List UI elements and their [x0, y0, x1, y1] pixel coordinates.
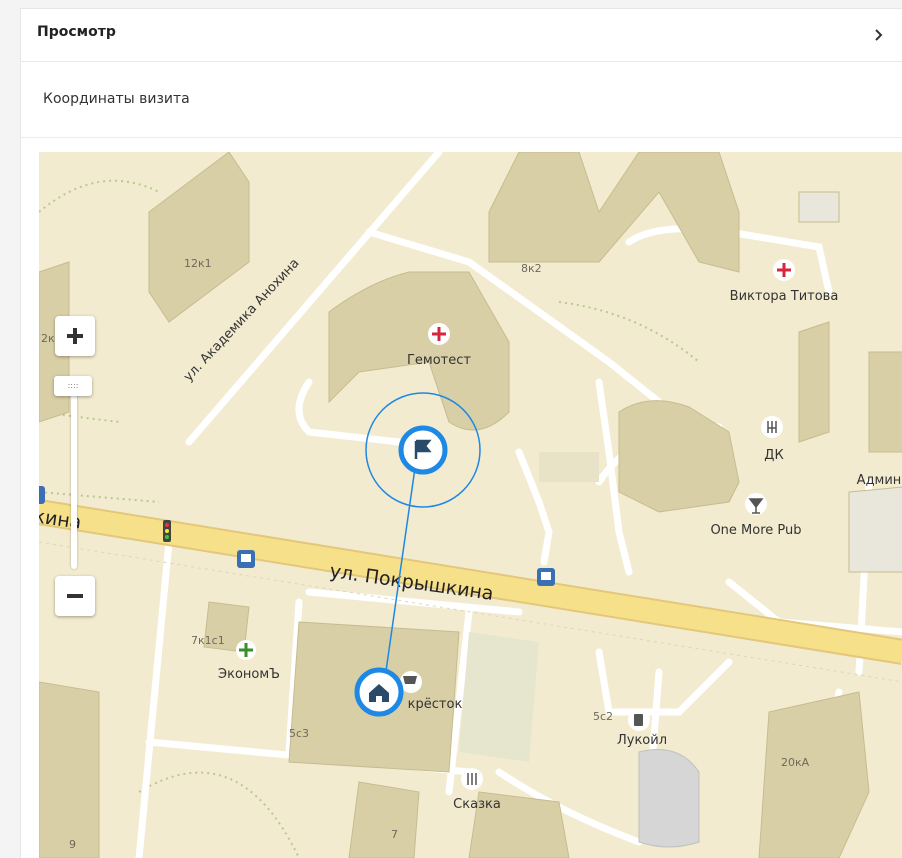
plus-icon — [67, 328, 83, 344]
bus-stop-icon[interactable] — [237, 550, 255, 568]
coordinates-section: Координаты визита — [21, 62, 902, 138]
poi-label: ЭкономЪ — [218, 667, 280, 682]
fuel-icon[interactable] — [628, 709, 650, 731]
bar-icon[interactable] — [745, 493, 767, 515]
chevron-right-icon[interactable] — [869, 25, 889, 45]
building-label: 7к1с1 — [191, 634, 225, 647]
panel-header[interactable]: Просмотр — [21, 9, 902, 62]
poi-label: Гемотест — [407, 353, 471, 368]
building-label: 20кА — [781, 756, 810, 769]
poi-label: One More Pub — [710, 523, 801, 538]
zoom-in-button[interactable] — [55, 316, 95, 356]
restaurant-icon[interactable] — [761, 416, 783, 438]
building-label: 5с3 — [289, 727, 309, 740]
coordinates-label: Координаты визита — [43, 91, 190, 107]
traffic-light-icon — [163, 520, 171, 542]
medical-icon[interactable] — [773, 259, 795, 281]
poi-label: Виктора Титова — [730, 289, 839, 304]
building-label: 5с2 — [593, 710, 613, 723]
zoom-out-button[interactable] — [55, 576, 95, 616]
bus-stop-icon[interactable] — [39, 486, 45, 504]
poi-label: ДК — [764, 448, 783, 463]
poi-label: Лукойл — [617, 733, 667, 748]
poi-label: Админ — [857, 473, 902, 488]
building-label: 7 — [391, 828, 398, 841]
minus-icon — [67, 594, 83, 598]
restaurant-icon[interactable] — [461, 768, 483, 790]
zoom-slider-track[interactable] — [71, 382, 77, 569]
map-view[interactable]: 12к1 8к2 2к 7к1с1 5с3 5с2 20кА 9 7 Гемот… — [39, 152, 902, 858]
visit-panel: Просмотр Координаты визита 12к1 8к2 2к 7… — [20, 8, 902, 858]
building-label: 9 — [69, 838, 76, 851]
medical-icon[interactable] — [428, 323, 450, 345]
map-canvas[interactable]: 12к1 8к2 2к 7к1с1 5с3 5с2 20кА 9 7 Гемот… — [39, 152, 902, 858]
flag-marker-icon[interactable] — [398, 425, 448, 475]
pharmacy-icon[interactable] — [236, 640, 256, 660]
building-label: 2к — [41, 332, 55, 345]
poi-label: Сказка — [453, 797, 501, 812]
bus-stop-icon[interactable] — [537, 568, 555, 586]
panel-title: Просмотр — [37, 24, 116, 40]
zoom-slider-handle[interactable]: :::: — [54, 376, 92, 396]
building-label: 12к1 — [184, 257, 212, 270]
poi-label: кpёсток — [408, 697, 463, 712]
home-marker-icon[interactable] — [354, 667, 404, 717]
building-label: 8к2 — [521, 262, 542, 275]
